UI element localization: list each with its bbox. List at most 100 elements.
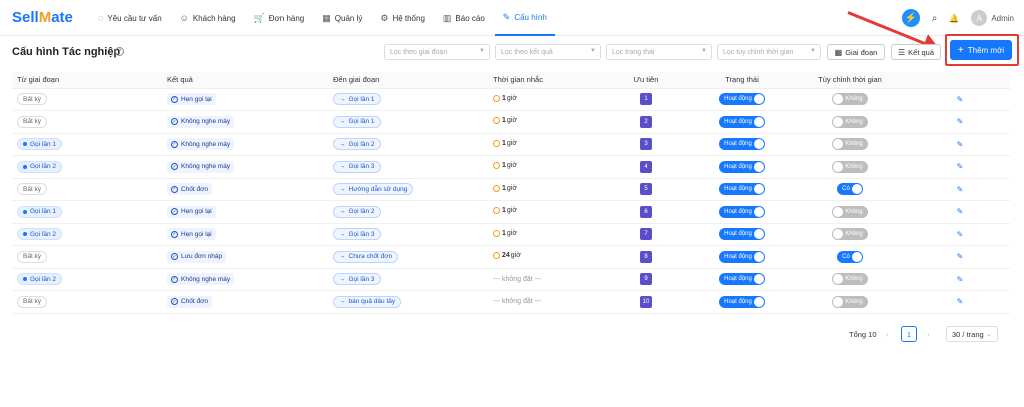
nav-label: Báo cáo	[455, 13, 485, 23]
cell-time: 1 giờ	[488, 133, 598, 156]
status-toggle[interactable]: Hoạt động	[719, 295, 765, 308]
status-toggle[interactable]: Hoạt động	[719, 273, 765, 286]
status-toggle[interactable]: Hoạt động	[719, 138, 765, 151]
priority-badge: 9	[640, 273, 652, 286]
help-icon[interactable]: ?	[115, 47, 124, 56]
nav-label: Quản lý	[334, 13, 363, 23]
prev-page-button[interactable]: ‹	[886, 326, 889, 342]
cell-result: ✓ Chốt đơn	[162, 178, 328, 201]
bell-icon[interactable]: 🔔	[949, 14, 959, 23]
cell-custom: Không	[790, 223, 910, 246]
cell-time: 1 giờ	[488, 178, 598, 201]
edit-icon[interactable]: ✎	[957, 140, 964, 149]
result-button[interactable]: ☰ Kết quả	[891, 44, 941, 60]
edit-icon[interactable]: ✎	[957, 297, 964, 306]
cell-status: Hoạt động	[694, 133, 790, 156]
status-toggle[interactable]: Hoạt động	[719, 160, 765, 173]
cell-result: ✓ Hẹn gọi lại	[162, 223, 328, 246]
filter-placeholder: Lọc trạng thái	[612, 48, 655, 56]
status-toggle[interactable]: Hoạt động	[719, 115, 765, 128]
col-remind-time: Thời gian nhắc	[488, 72, 598, 89]
nav-item-customers[interactable]: ☺ Khách hàng	[172, 0, 244, 36]
edit-icon[interactable]: ✎	[957, 275, 964, 284]
custom-time-toggle[interactable]: Không	[832, 295, 868, 308]
custom-time-toggle[interactable]: Không	[832, 93, 868, 106]
custom-time-toggle[interactable]: Không	[832, 115, 868, 128]
wrench-icon: ✎	[502, 11, 511, 22]
custom-time-toggle[interactable]: Không	[832, 138, 868, 151]
filter-result-select[interactable]: Lọc theo kết quả ▼	[495, 44, 601, 60]
filter-status-select[interactable]: Lọc trạng thái ▼	[606, 44, 712, 60]
custom-time-toggle[interactable]: Có	[837, 250, 863, 263]
dot-icon	[23, 209, 27, 214]
to-stage-tag: → Gọi lần 3	[333, 273, 381, 286]
priority-badge: 10	[640, 295, 652, 308]
page-number-1[interactable]: 1	[901, 326, 917, 342]
nav-item-consult[interactable]: ◌ Yêu cầu tư vấn	[90, 0, 170, 36]
nav-item-manage[interactable]: ▦ Quản lý	[314, 0, 370, 36]
custom-time-toggle[interactable]: Không	[832, 205, 868, 218]
clock-icon	[493, 139, 500, 147]
remind-time: 1 giờ	[493, 139, 517, 147]
filter-stage-select[interactable]: Lọc theo giai đoạn ▼	[384, 44, 490, 60]
nav-item-config[interactable]: ✎ Cấu hình	[494, 0, 555, 36]
status-toggle[interactable]: Hoạt động	[719, 228, 765, 241]
result-tag: ✓ Không nghe máy	[167, 273, 235, 286]
to-stage-tag: → Gọi lần 2	[333, 205, 381, 218]
cell-from: Gọi lần 2	[12, 223, 162, 246]
table-row: Bất kỳ ✓ Chốt đơn → bán quả dâu tây --- không…	[12, 290, 1010, 314]
search-icon[interactable]: ⌕	[932, 13, 938, 24]
table-row: Bất kỳ ✓ Chốt đơn → Hướng dẫn sử dụng 1 giờ 5 Ho…	[12, 178, 1010, 201]
nav-item-reports[interactable]: ▥ Báo cáo	[435, 0, 493, 36]
cell-actions: ✎	[910, 110, 1010, 134]
cell-to: → Gọi lần 1	[328, 88, 488, 111]
cell-status: Hoạt động	[694, 268, 790, 291]
edit-icon[interactable]: ✎	[957, 230, 964, 239]
priority-badge: 4	[640, 160, 652, 173]
cell-time: 24 giờ	[488, 245, 598, 269]
edit-icon[interactable]: ✎	[957, 252, 964, 261]
status-toggle[interactable]: Hoạt động	[719, 93, 765, 106]
next-page-button[interactable]: ›	[927, 326, 930, 342]
status-toggle[interactable]: Hoạt động	[719, 250, 765, 263]
cell-to: → Gọi lần 3	[328, 155, 488, 179]
col-custom-time: Tùy chỉnh thời gian	[790, 72, 910, 89]
cell-priority: 8	[598, 245, 694, 269]
user-name[interactable]: Admin	[991, 14, 1014, 23]
clock-icon	[493, 94, 500, 102]
page-size-select[interactable]: 30 / trang ⌄	[946, 326, 998, 342]
edit-icon[interactable]: ✎	[957, 162, 964, 171]
avatar[interactable]: A	[971, 10, 988, 26]
edit-icon[interactable]: ✎	[957, 207, 964, 216]
custom-time-toggle[interactable]: Không	[832, 228, 868, 241]
status-toggle[interactable]: Hoạt động	[719, 183, 765, 196]
remind-time: --- không đặt ---	[493, 275, 542, 283]
bolt-icon[interactable]: ⚡	[901, 9, 920, 27]
edit-icon[interactable]: ✎	[957, 117, 964, 126]
edit-icon[interactable]: ✎	[957, 185, 964, 194]
table-row: Gọi lần 1 ✓ Không nghe máy → Gọi lần 2 1 giờ 3 H…	[12, 133, 1010, 156]
filter-custom-select[interactable]: Lọc tùy chỉnh thời gian ▼	[717, 44, 821, 60]
check-circle-icon: ✓	[171, 275, 178, 283]
cell-actions: ✎	[910, 245, 1010, 269]
cell-actions: ✎	[910, 223, 1010, 246]
check-circle-icon: ✓	[171, 208, 178, 216]
custom-time-toggle[interactable]: Có	[837, 183, 863, 196]
cell-status: Hoạt động	[694, 178, 790, 201]
status-toggle[interactable]: Hoạt động	[719, 205, 765, 218]
priority-badge: 5	[640, 183, 652, 196]
custom-time-toggle[interactable]: Không	[832, 160, 868, 173]
edit-icon[interactable]: ✎	[957, 95, 964, 104]
remind-time: 1 giờ	[493, 207, 517, 215]
result-tag: ✓ Không nghe máy	[167, 160, 235, 173]
nav-item-system[interactable]: ⚙ Hệ thống	[372, 0, 433, 36]
stage-button[interactable]: ▦ Giai đoạn	[827, 44, 885, 60]
priority-badge: 8	[640, 250, 652, 263]
table-row: Bất kỳ ✓ Hẹn gọi lại → Gọi lần 1 1 giờ 1 Hoạt độ…	[12, 88, 1010, 111]
brand-logo[interactable]: SellMate	[12, 9, 73, 26]
nav-item-orders[interactable]: 🛒 Đơn hàng	[246, 0, 313, 36]
custom-time-toggle[interactable]: Không	[832, 273, 868, 286]
to-stage-tag: → bán quả dâu tây	[333, 295, 402, 308]
top-navbar: SellMate ◌ Yêu cầu tư vấn ☺ Khách hàng 🛒 Đơ…	[0, 0, 1024, 36]
cell-custom: Không	[790, 200, 910, 224]
